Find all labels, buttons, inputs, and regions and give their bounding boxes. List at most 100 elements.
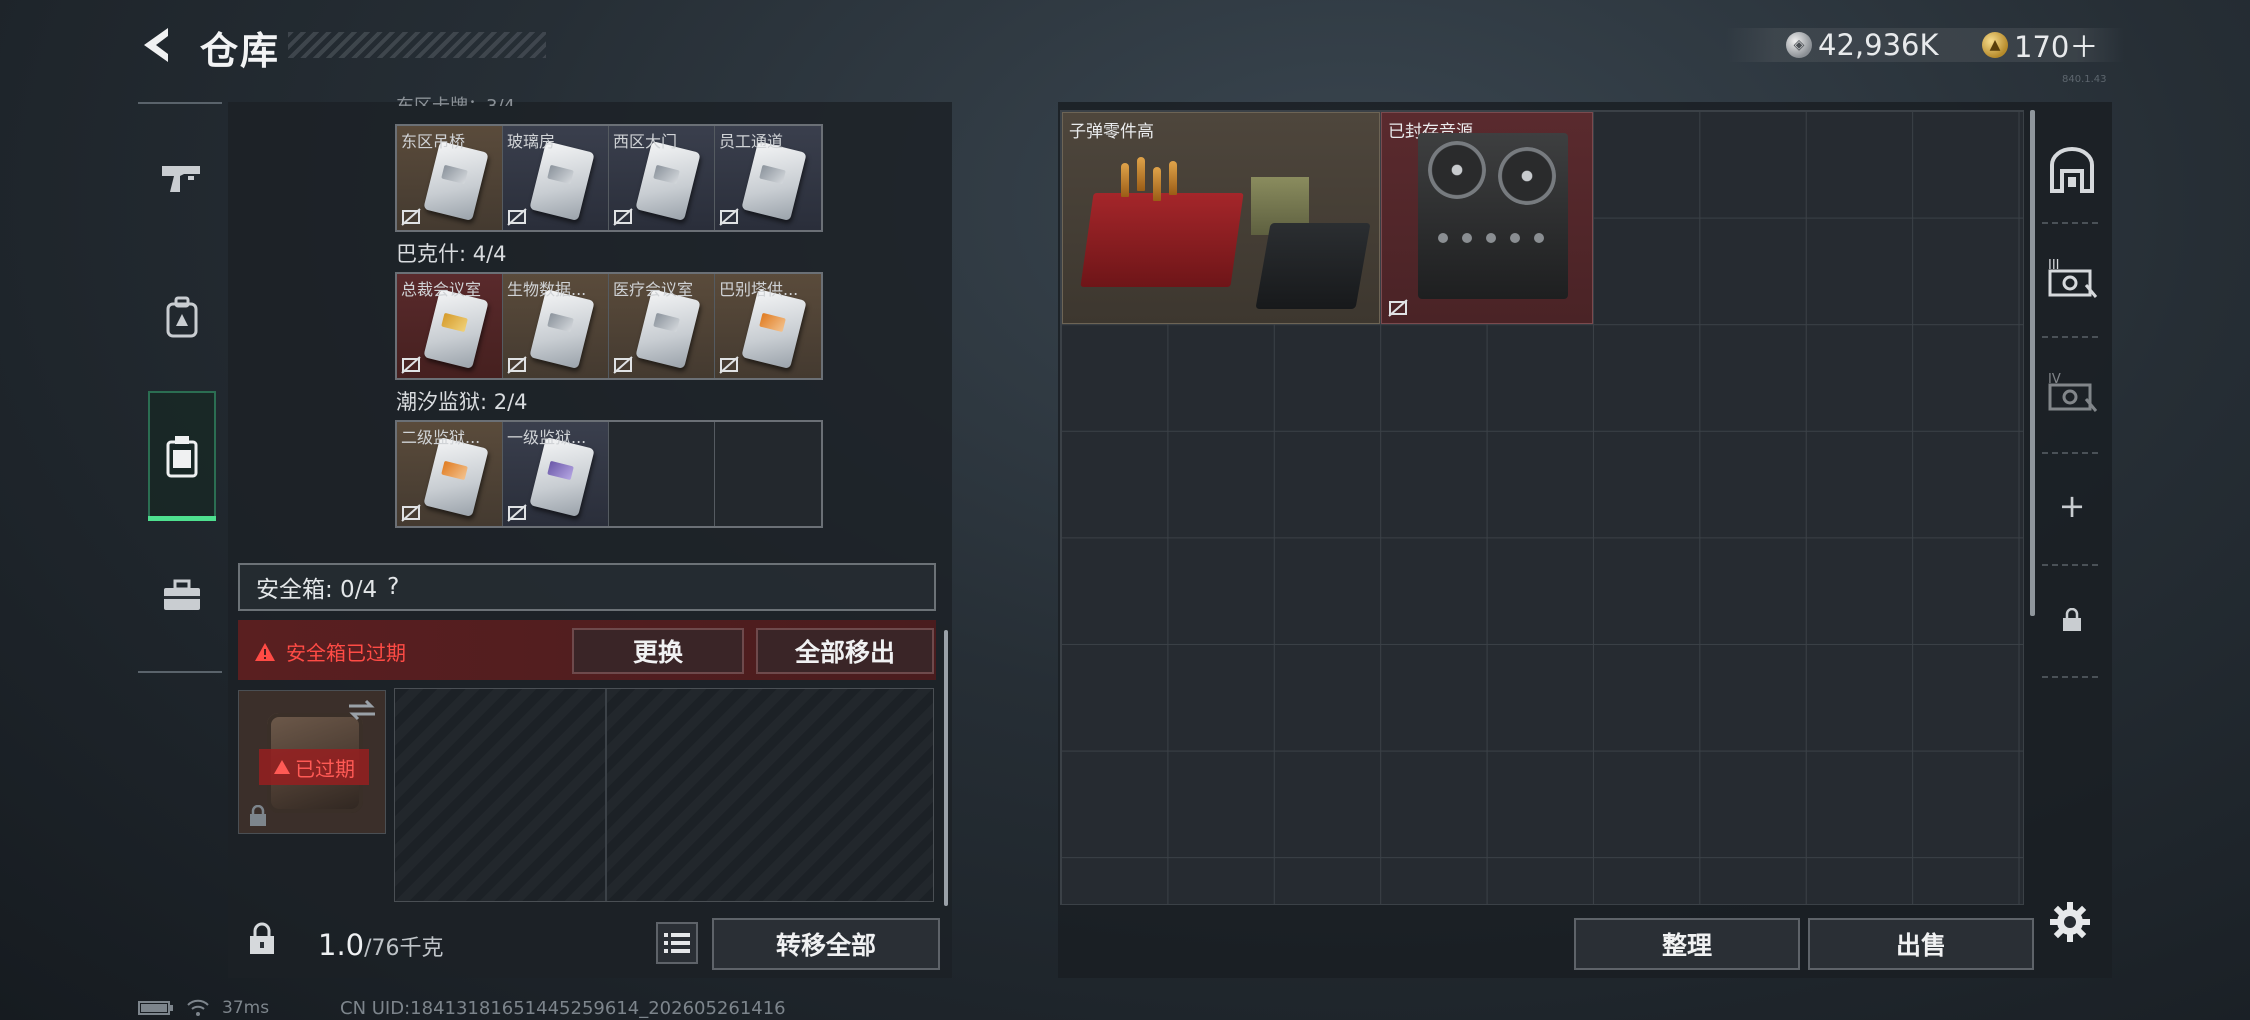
pistol-icon [162,166,200,192]
no-trade-icon [507,208,527,226]
weight-display: 1.0/76千克 [318,928,444,962]
battery-icon [138,1001,173,1015]
gear-icon [2050,902,2090,942]
key-card-image [741,288,807,370]
toolbox-icon [164,579,200,610]
reel-recorder-image [1418,133,1568,299]
stash-item-sealed-audio[interactable]: 已封存音源 [1381,112,1593,324]
tape-reel-image [1498,147,1556,205]
safe-box-case[interactable]: 已过期 [238,690,386,834]
knob [1510,233,1520,243]
key-card[interactable]: 东区吊桥 [397,126,503,230]
list-icon [664,933,690,953]
card-name: 玻璃房 [507,132,556,151]
move-all-out-button[interactable]: 全部移出 [756,628,934,674]
expired-badge: 已过期 [259,749,369,785]
key-card-image [423,436,489,518]
card-name: 医疗会议室 [613,280,694,299]
rail-item-tools[interactable] [148,552,216,638]
key-card[interactable]: 巴别塔供... [715,274,821,378]
card-name: 总裁会议室 [401,280,482,299]
bullet-image [1153,167,1161,201]
left-scrollbar[interactable] [944,630,948,906]
weight-value: 1.0 [318,928,365,962]
sell-button[interactable]: 出售 [1808,918,2034,970]
expired-badge-text: 已过期 [295,756,355,781]
rail-separator [2042,336,2098,338]
currency-silver[interactable]: ◈ 42,936K [1786,28,1939,62]
key-card-image [529,140,595,222]
rail-item-weapons[interactable] [148,136,216,222]
key-card-image [635,288,701,370]
no-trade-icon [507,504,527,522]
transfer-all-button[interactable]: 转移全部 [712,918,940,970]
weight-lock-button[interactable] [248,922,276,960]
replace-button[interactable]: 更换 [572,628,744,674]
sort-button[interactable]: 整理 [1574,918,1800,970]
key-card[interactable]: 医疗会议室 [609,274,715,378]
warehouse-scrollbar[interactable] [2030,110,2035,616]
key-card-image [423,140,489,222]
key-card[interactable]: 西区大门 [609,126,715,230]
plus-icon[interactable]: + [2044,478,2100,534]
no-trade-icon [507,356,527,374]
rail-item-backpack[interactable] [148,274,216,360]
key-card-image [635,140,701,222]
stash-item-ammo-parts[interactable]: 子弹零件高 [1062,112,1380,324]
empty-card-slot[interactable] [609,422,715,526]
rail-separator [2042,452,2098,454]
empty-card-slot[interactable] [715,422,821,526]
grid-divider [605,689,607,901]
bullet-image [1137,157,1145,191]
swap-icon [349,699,375,721]
bullet-image [1121,163,1129,197]
key-card[interactable]: 生物数据... [503,274,609,378]
knob [1438,233,1448,243]
currency-silver-value: 42,936K [1818,28,1939,62]
key-card[interactable]: 一级监狱... [503,422,609,526]
card-name: 生物数据... [507,280,587,299]
help-icon[interactable]: ? [387,574,399,600]
warning-icon [274,760,290,774]
settings-button[interactable] [2048,900,2096,948]
case-iv-icon: IV [2048,372,2098,412]
expired-warning-text: 安全箱已过期 [286,641,406,665]
knob [1534,233,1544,243]
key-card-image [741,140,807,222]
group-label-tidal-prison: 潮汐监狱: 2/4 [396,390,528,414]
list-view-button[interactable] [656,922,698,964]
key-card[interactable]: 总裁会议室 [397,274,503,378]
rail-item-locked[interactable] [2044,592,2100,648]
currency-gold[interactable]: ▲ 170＋ [1982,28,2098,64]
wifi-icon [187,999,209,1016]
rail-item-keycards[interactable] [148,391,216,521]
card-name: 二级监狱... [401,428,481,447]
key-card-image [529,288,595,370]
expired-warning: 安全箱已过期 [254,637,406,666]
rail-item-case-iv[interactable]: IV [2044,364,2100,420]
no-trade-icon [401,356,421,374]
key-card-case-icon [166,436,198,478]
rail-separator [2042,564,2098,566]
currency-gold-value: 170＋ [2014,30,2099,64]
warning-icon [255,642,275,661]
case-iii-icon: III [2048,258,2098,298]
card-row-2: 总裁会议室 生物数据... 医疗会议室 巴别塔供... [395,272,823,380]
no-trade-icon [401,208,421,226]
ping-value: 37ms [222,998,270,1018]
card-row-1: 东区吊桥 玻璃房 西区大门 员工通道 [395,124,823,232]
lock-icon [2063,608,2081,631]
key-card[interactable]: 二级监狱... [397,422,503,526]
key-card[interactable]: 员工通道 [715,126,821,230]
key-card[interactable]: 玻璃房 [503,126,609,230]
card-name: 一级监狱... [507,428,587,447]
card-name: 东区吊桥 [401,132,466,151]
ammo-crate-image [1080,193,1244,287]
rail-item-storage[interactable] [2044,142,2100,198]
rail-bottom-line [138,671,222,673]
safe-box-grid[interactable] [394,688,934,902]
group-label-east: 东区卡牌：3/4 [396,92,515,106]
status-bar: 37ms [138,998,269,1018]
back-button[interactable] [138,24,180,66]
rail-item-case-iii[interactable]: III [2044,250,2100,306]
